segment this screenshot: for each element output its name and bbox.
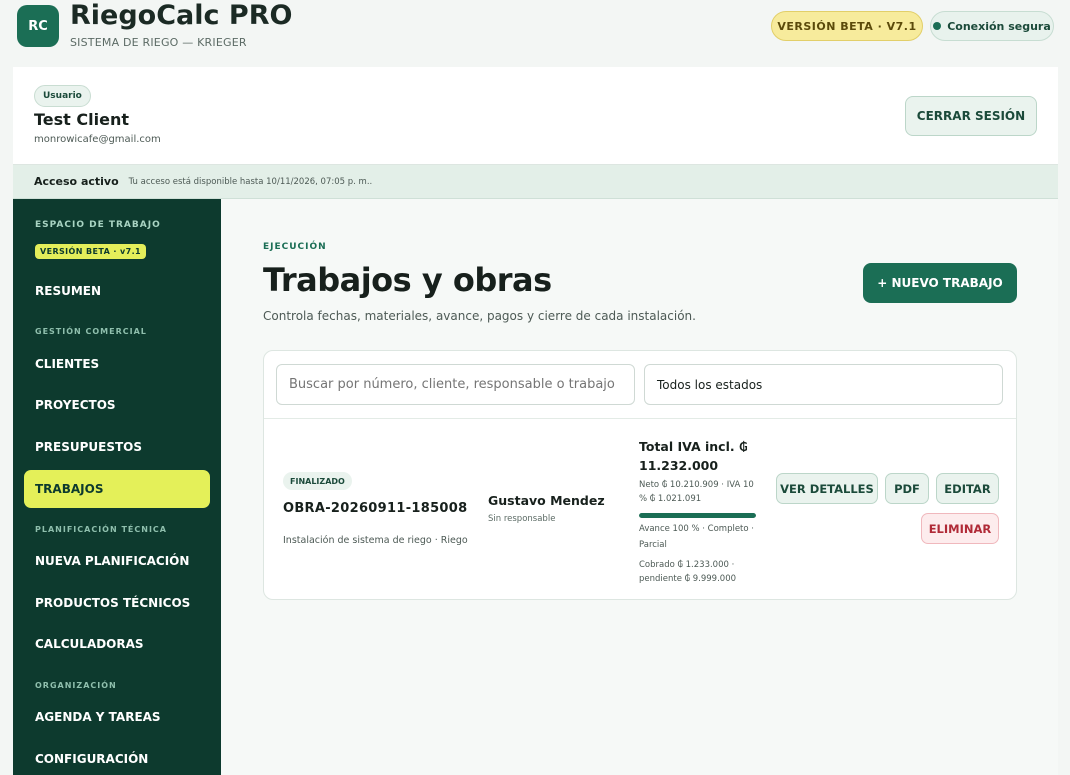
- sidebar-item-new-planning[interactable]: NUEVA PLANIFICACIÓN: [24, 542, 210, 580]
- job-number: OBRA-20260911-185008: [283, 501, 468, 516]
- sidebar-item-settings[interactable]: CONFIGURACIÓN: [24, 740, 210, 775]
- sidebar-beta-badge: VERSIÓN BETA · v7.1: [35, 244, 147, 259]
- new-job-button[interactable]: + NUEVO TRABAJO: [863, 263, 1017, 303]
- divider: [264, 418, 1016, 419]
- sidebar: ESPACIO DE TRABAJO VERSIÓN BETA · v7.1 R…: [13, 199, 221, 775]
- job-total: Total IVA incl. ₲ 11.232.000: [639, 439, 748, 473]
- progress-bar: [639, 513, 756, 518]
- logout-button[interactable]: CERRAR SESIÓN: [905, 96, 1037, 136]
- edit-button[interactable]: EDITAR: [936, 473, 999, 504]
- job-client-name: Gustavo Mendez: [488, 493, 605, 508]
- job-responsible: Sin responsable: [488, 514, 556, 524]
- user-name: Test Client: [34, 110, 129, 129]
- sidebar-section-workspace: ESPACIO DE TRABAJO: [35, 220, 161, 230]
- job-payment-status: Cobrado ₲ 1.233.000 · pendiente ₲ 9.999.…: [639, 560, 737, 584]
- sidebar-item-jobs[interactable]: TRABAJOS: [24, 470, 210, 508]
- sidebar-item-clients[interactable]: CLIENTES: [24, 345, 210, 383]
- sidebar-item-budgets[interactable]: PRESUPUESTOS: [24, 428, 210, 466]
- secure-connection-badge: Conexión segura: [930, 11, 1054, 41]
- sidebar-section-technical: PLANIFICACIÓN TÉCNICA: [35, 525, 167, 534]
- job-financials: Total IVA incl. ₲ 11.232.000 Neto ₲ 10.2…: [639, 437, 764, 586]
- status-filter-select[interactable]: Todos los estados: [644, 364, 1003, 405]
- secure-connection-label: Conexión segura: [947, 19, 1051, 33]
- main-content: EJECUCIÓN Trabajos y obras Controla fech…: [221, 199, 1058, 775]
- job-progress-text: Avance 100 % · Completo · Parcial: [639, 524, 754, 550]
- access-status-bar: Acceso activo Tu acceso está disponible …: [13, 165, 1058, 199]
- user-email: monrowicafe@gmail.com: [34, 134, 161, 145]
- page-title: Trabajos y obras: [263, 261, 552, 299]
- status-dot-icon: [933, 22, 942, 30]
- job-net-tax: Neto ₲ 10.210.909 · IVA 10 % ₲ 1.021.091: [639, 480, 754, 504]
- progress-bar-fill: [639, 513, 756, 518]
- delete-button[interactable]: ELIMINAR: [921, 513, 999, 544]
- sidebar-item-projects[interactable]: PROYECTOS: [24, 386, 210, 424]
- section-eyebrow: EJECUCIÓN: [263, 242, 327, 252]
- page-description: Controla fechas, materiales, avance, pag…: [263, 309, 696, 323]
- pdf-button[interactable]: PDF: [885, 473, 929, 504]
- jobs-panel: Todos los estados FINALIZADO OBRA-202609…: [263, 350, 1017, 600]
- search-input[interactable]: [276, 364, 635, 405]
- sidebar-item-technical-products[interactable]: PRODUCTOS TÉCNICOS: [24, 584, 210, 622]
- job-status-badge: FINALIZADO: [283, 472, 352, 490]
- access-label: Acceso activo: [34, 175, 119, 188]
- user-role-badge: Usuario: [34, 85, 91, 107]
- sidebar-section-organization: ORGANIZACIÓN: [35, 681, 117, 690]
- sidebar-item-agenda[interactable]: AGENDA Y TAREAS: [24, 698, 210, 736]
- app-header: RC RiegoCalc PRO SISTEMA DE RIEGO — KRIE…: [0, 0, 1070, 66]
- view-details-button[interactable]: VER DETALLES: [776, 473, 878, 504]
- access-expiry-text: Tu acceso está disponible hasta 10/11/20…: [128, 176, 373, 187]
- job-description: Instalación de sistema de riego · Riego: [283, 535, 468, 546]
- sidebar-section-commercial: GESTIÓN COMERCIAL: [35, 327, 147, 336]
- sidebar-item-summary[interactable]: RESUMEN: [24, 272, 210, 310]
- sidebar-item-calculators[interactable]: CALCULADORAS: [24, 625, 210, 663]
- beta-version-badge: VERSIÓN BETA · V7.1: [771, 11, 923, 41]
- app-logo: RC: [17, 5, 59, 47]
- user-card: Usuario Test Client monrowicafe@gmail.co…: [13, 67, 1058, 165]
- app-subtitle: SISTEMA DE RIEGO — KRIEGER: [70, 36, 247, 49]
- app-title: RiegoCalc PRO: [70, 0, 293, 31]
